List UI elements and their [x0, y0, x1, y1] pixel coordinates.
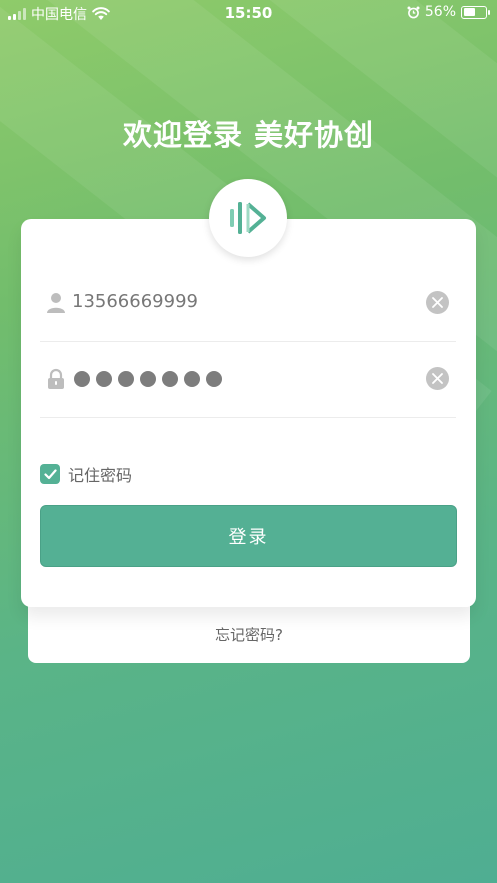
password-input[interactable] [74, 371, 222, 387]
battery-level [463, 8, 476, 16]
battery-icon [461, 5, 490, 19]
remember-password-option[interactable]: 记住密码 [40, 462, 132, 486]
password-mask-dot [118, 371, 134, 387]
login-button[interactable]: 登录 [40, 505, 457, 567]
alarm-icon [407, 6, 420, 18]
password-mask-dot [184, 371, 200, 387]
password-field[interactable] [40, 341, 456, 418]
welcome-title: 欢迎登录 美好协创 [122, 118, 375, 152]
username-field[interactable]: 13566669999 [40, 265, 456, 342]
forgot-password-link[interactable]: 忘记密码? [28, 624, 470, 645]
password-mask-dot [96, 371, 112, 387]
login-card: 13566669999 记住密码 登录 [21, 219, 476, 607]
password-mask-dot [206, 371, 222, 387]
username-input[interactable]: 13566669999 [72, 291, 198, 312]
lock-icon [48, 368, 64, 389]
clear-icon[interactable] [426, 291, 449, 314]
status-bar: 中国电信 15:50 56% [0, 0, 497, 26]
password-mask-dot [162, 371, 178, 387]
remember-checkbox[interactable] [40, 464, 60, 484]
remember-label: 记住密码 [68, 466, 133, 485]
password-mask-dot [74, 371, 90, 387]
clear-icon[interactable] [426, 367, 449, 390]
check-icon [43, 468, 57, 479]
battery-percent: 56% [424, 4, 456, 20]
status-right: 56% [407, 4, 490, 20]
user-icon [47, 293, 65, 313]
app-logo-icon [209, 179, 287, 257]
password-mask-dot [140, 371, 156, 387]
